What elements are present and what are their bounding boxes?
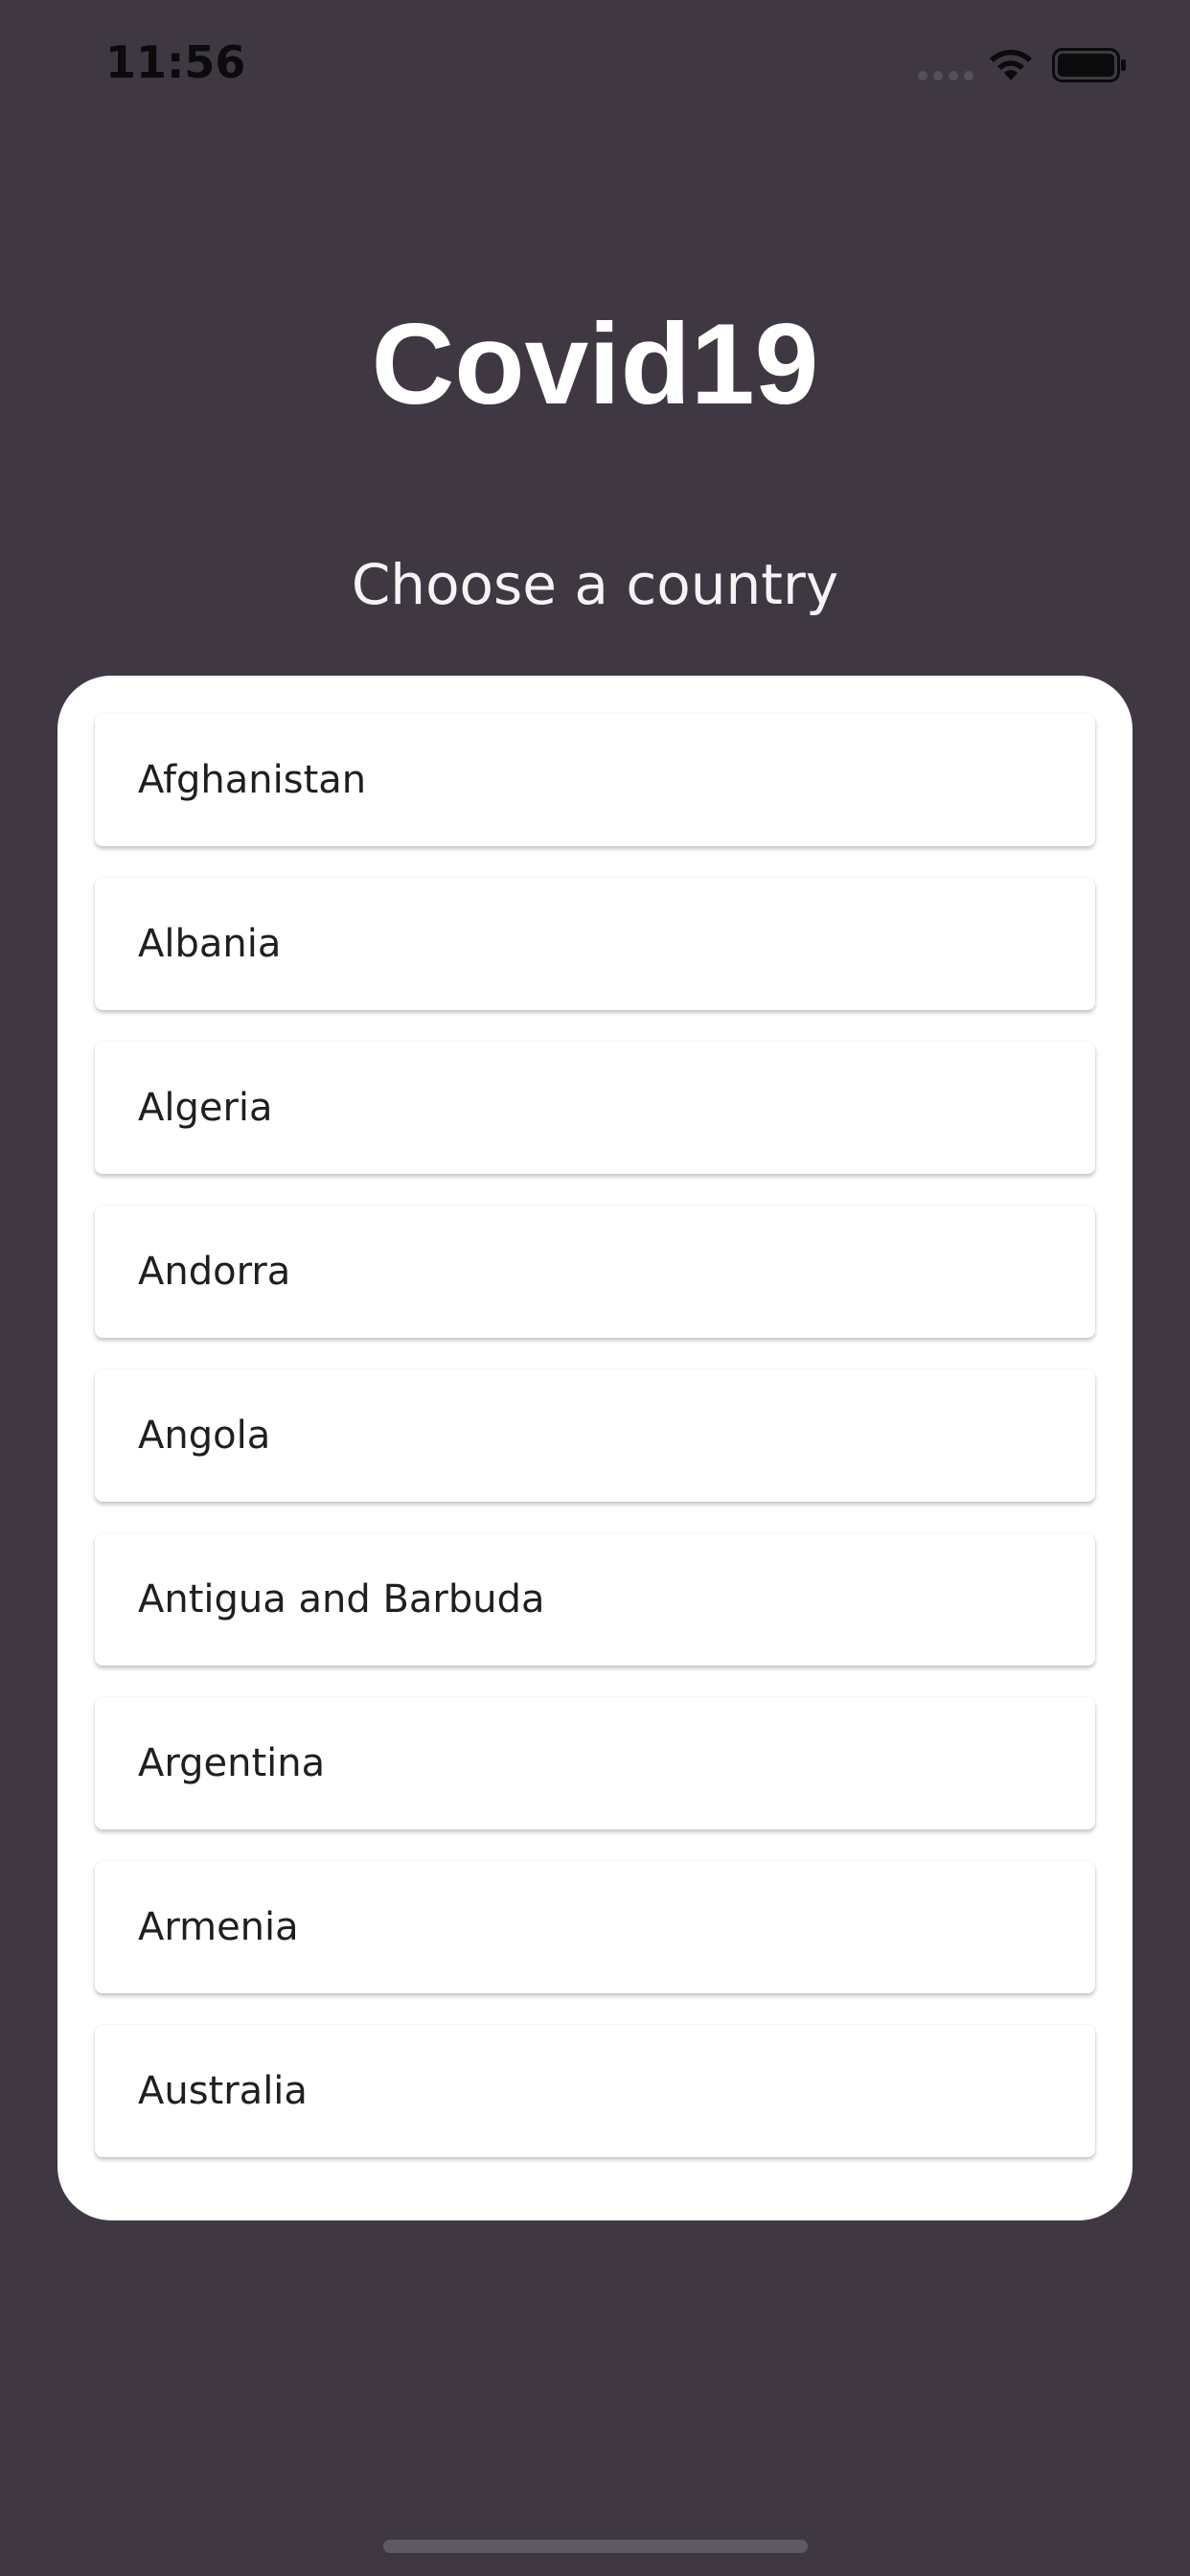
list-item[interactable]: Albania xyxy=(95,878,1095,1010)
list-item[interactable]: Angola xyxy=(95,1369,1095,1502)
page-subtitle: Choose a country xyxy=(351,552,839,617)
list-item[interactable]: Andorra xyxy=(95,1206,1095,1338)
list-item[interactable]: Antigua and Barbuda xyxy=(95,1533,1095,1666)
country-label: Armenia xyxy=(138,1905,299,1949)
list-item[interactable]: Afghanistan xyxy=(95,714,1095,846)
list-item[interactable]: Armenia xyxy=(95,1861,1095,1993)
list-item[interactable]: Argentina xyxy=(95,1697,1095,1829)
list-item[interactable]: Algeria xyxy=(95,1042,1095,1174)
country-label: Algeria xyxy=(138,1086,273,1130)
list-item[interactable]: Australia xyxy=(95,2025,1095,2157)
status-bar: 11:56 xyxy=(0,0,1190,125)
signal-dots-icon xyxy=(918,71,973,80)
home-indicator[interactable] xyxy=(383,2540,808,2553)
country-label: Argentina xyxy=(138,1741,326,1785)
country-label: Angola xyxy=(138,1414,271,1458)
country-label: Albania xyxy=(138,922,282,966)
country-label: Australia xyxy=(138,2069,308,2113)
country-label: Andorra xyxy=(138,1250,291,1294)
battery-icon xyxy=(1052,48,1126,82)
country-label: Antigua and Barbuda xyxy=(138,1577,545,1622)
country-label: Afghanistan xyxy=(138,758,367,802)
country-list-card: Afghanistan Albania Algeria Andorra Ango… xyxy=(57,676,1133,2220)
app-title: Covid19 xyxy=(371,300,819,428)
status-time: 11:56 xyxy=(105,36,246,88)
wifi-icon xyxy=(990,49,1032,80)
